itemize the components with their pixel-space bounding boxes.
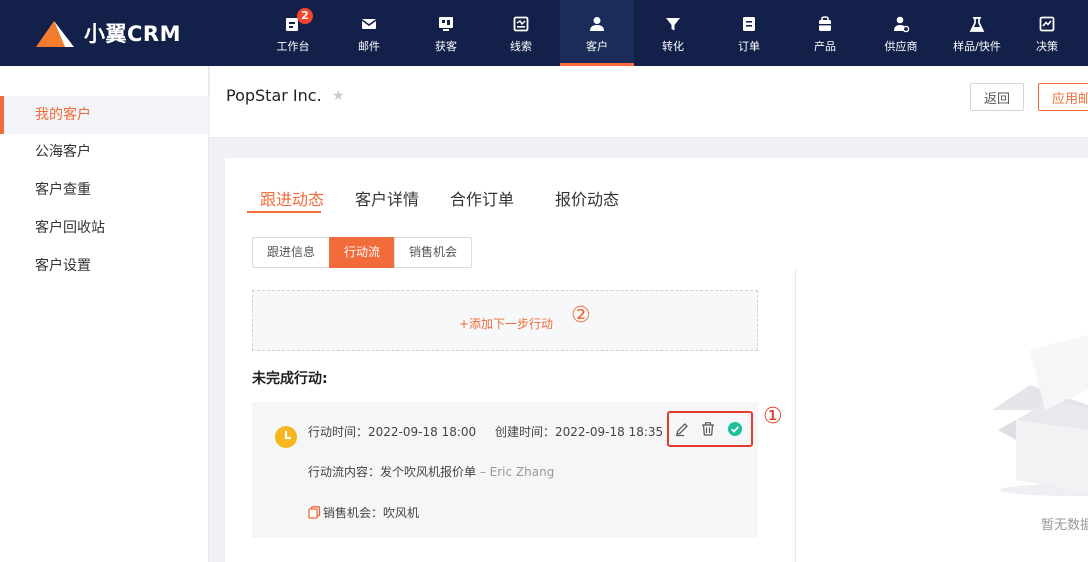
subtab-action-flow[interactable]: 行动流 (329, 237, 396, 268)
nav-label: 获客 (435, 40, 457, 53)
nav-label: 样品/快件 (953, 40, 1001, 53)
acquire-icon (436, 14, 456, 34)
sales-opportunity-line: 销售机会：吹风机 (308, 504, 419, 521)
nav-item-order[interactable]: 订单 (712, 0, 786, 66)
annotation-marker-2: ② (571, 303, 591, 328)
nav-item-leads[interactable]: 线索 (484, 0, 558, 66)
content-card: 跟进动态 客户详情 合作订单 报价动态 跟进信息 行动流 销售机会 +添加下一步… (225, 158, 1088, 562)
notification-badge: 2 (297, 8, 313, 24)
action-content: 行动流内容：发个吹风机报价单 – Eric Zhang (308, 463, 554, 480)
chart-icon (1037, 14, 1057, 34)
nav-label: 产品 (814, 40, 836, 53)
nav-item-decision[interactable]: 决策 (1010, 0, 1084, 66)
empty-state-text: 暂无数据 (1041, 518, 1088, 533)
nav-label: 转化 (662, 40, 684, 53)
action-author: – Eric Zhang (476, 465, 555, 479)
sidebar-item-my-customers[interactable]: 我的客户 (0, 96, 209, 134)
pending-actions-title: 未完成行动: (252, 371, 328, 387)
nav-label: 线索 (510, 40, 532, 53)
tab-follow-up[interactable]: 跟进动态 (260, 186, 324, 210)
flask-icon (967, 14, 987, 34)
nav-label: 订单 (738, 40, 760, 53)
subtab-follow-info[interactable]: 跟进信息 (252, 237, 331, 268)
nav-item-workbench[interactable]: 2 工作台 (256, 0, 330, 66)
delete-icon[interactable] (699, 420, 717, 438)
funnel-icon (663, 14, 683, 34)
action-time: 行动时间：2022-09-18 18:00 (308, 425, 477, 439)
empty-box-illustration (992, 335, 1088, 496)
back-button[interactable]: 返回 (970, 83, 1024, 111)
mail-icon (359, 14, 379, 34)
nav-label: 客户 (586, 40, 608, 53)
company-name: PopStar Inc. (226, 86, 322, 105)
add-next-action-area[interactable]: +添加下一步行动 ② (252, 290, 758, 351)
sidebar: 我的客户 公海客户 客户查重 客户回收站 客户设置 (0, 66, 209, 562)
app-name: 小翼CRM (84, 22, 181, 46)
nav-item-convert[interactable]: 转化 (636, 0, 710, 66)
copy-icon (308, 506, 321, 519)
sales-opportunity-text[interactable]: 销售机会：吹风机 (323, 504, 419, 521)
app-logo[interactable]: 小翼CRM (34, 16, 181, 50)
clock-icon (275, 426, 297, 448)
tab-quotes[interactable]: 报价动态 (555, 186, 619, 210)
customer-icon (587, 14, 607, 34)
nav-item-supplier[interactable]: 供应商 (864, 0, 938, 66)
add-next-action-button[interactable]: +添加下一步行动 (459, 315, 553, 332)
top-nav: 小翼CRM 2 工作台 邮件 获客 线索 客户 转化 订单 产品 供应商 样品/… (0, 0, 1088, 66)
sidebar-item-settings[interactable]: 客户设置 (0, 247, 209, 285)
dashboard-icon: 2 (283, 8, 313, 34)
active-tab-indicator (247, 211, 321, 213)
tab-customer-details[interactable]: 客户详情 (355, 186, 419, 210)
column-divider (795, 268, 796, 562)
nav-item-mail[interactable]: 邮件 (332, 0, 406, 66)
product-icon (815, 14, 835, 34)
logo-icon (36, 21, 74, 47)
apply-mail-button[interactable]: 应用邮 (1038, 83, 1088, 111)
nav-item-acquire[interactable]: 获客 (409, 0, 483, 66)
sidebar-item-recycle-bin[interactable]: 客户回收站 (0, 209, 209, 247)
created-time: 创建时间：2022-09-18 18:35 (495, 425, 664, 439)
sidebar-item-duplicate-check[interactable]: 客户查重 (0, 171, 209, 209)
nav-item-product[interactable]: 产品 (788, 0, 862, 66)
supplier-icon (891, 14, 911, 34)
nav-label: 决策 (1036, 40, 1058, 53)
page-header: PopStar Inc. ★ 返回 应用邮 (210, 66, 1088, 138)
edit-icon[interactable] (673, 420, 691, 438)
annotation-marker-1: ① (763, 404, 783, 429)
sidebar-item-public-customers[interactable]: 公海客户 (0, 133, 209, 171)
action-content-text: 行动流内容：发个吹风机报价单 (308, 465, 477, 479)
subtab-group: 跟进信息 行动流 销售机会 (252, 237, 473, 268)
subtab-sales-opportunity[interactable]: 销售机会 (394, 237, 473, 268)
leads-icon (511, 14, 531, 34)
complete-check-icon[interactable] (726, 420, 744, 438)
tab-orders[interactable]: 合作订单 (450, 186, 514, 210)
star-icon[interactable]: ★ (332, 88, 345, 104)
nav-item-customer[interactable]: 客户 (560, 0, 634, 66)
nav-label: 供应商 (884, 40, 918, 53)
nav-label: 工作台 (276, 40, 310, 53)
order-icon (739, 14, 759, 34)
nav-label: 邮件 (358, 40, 380, 53)
nav-item-sample[interactable]: 样品/快件 (940, 0, 1014, 66)
